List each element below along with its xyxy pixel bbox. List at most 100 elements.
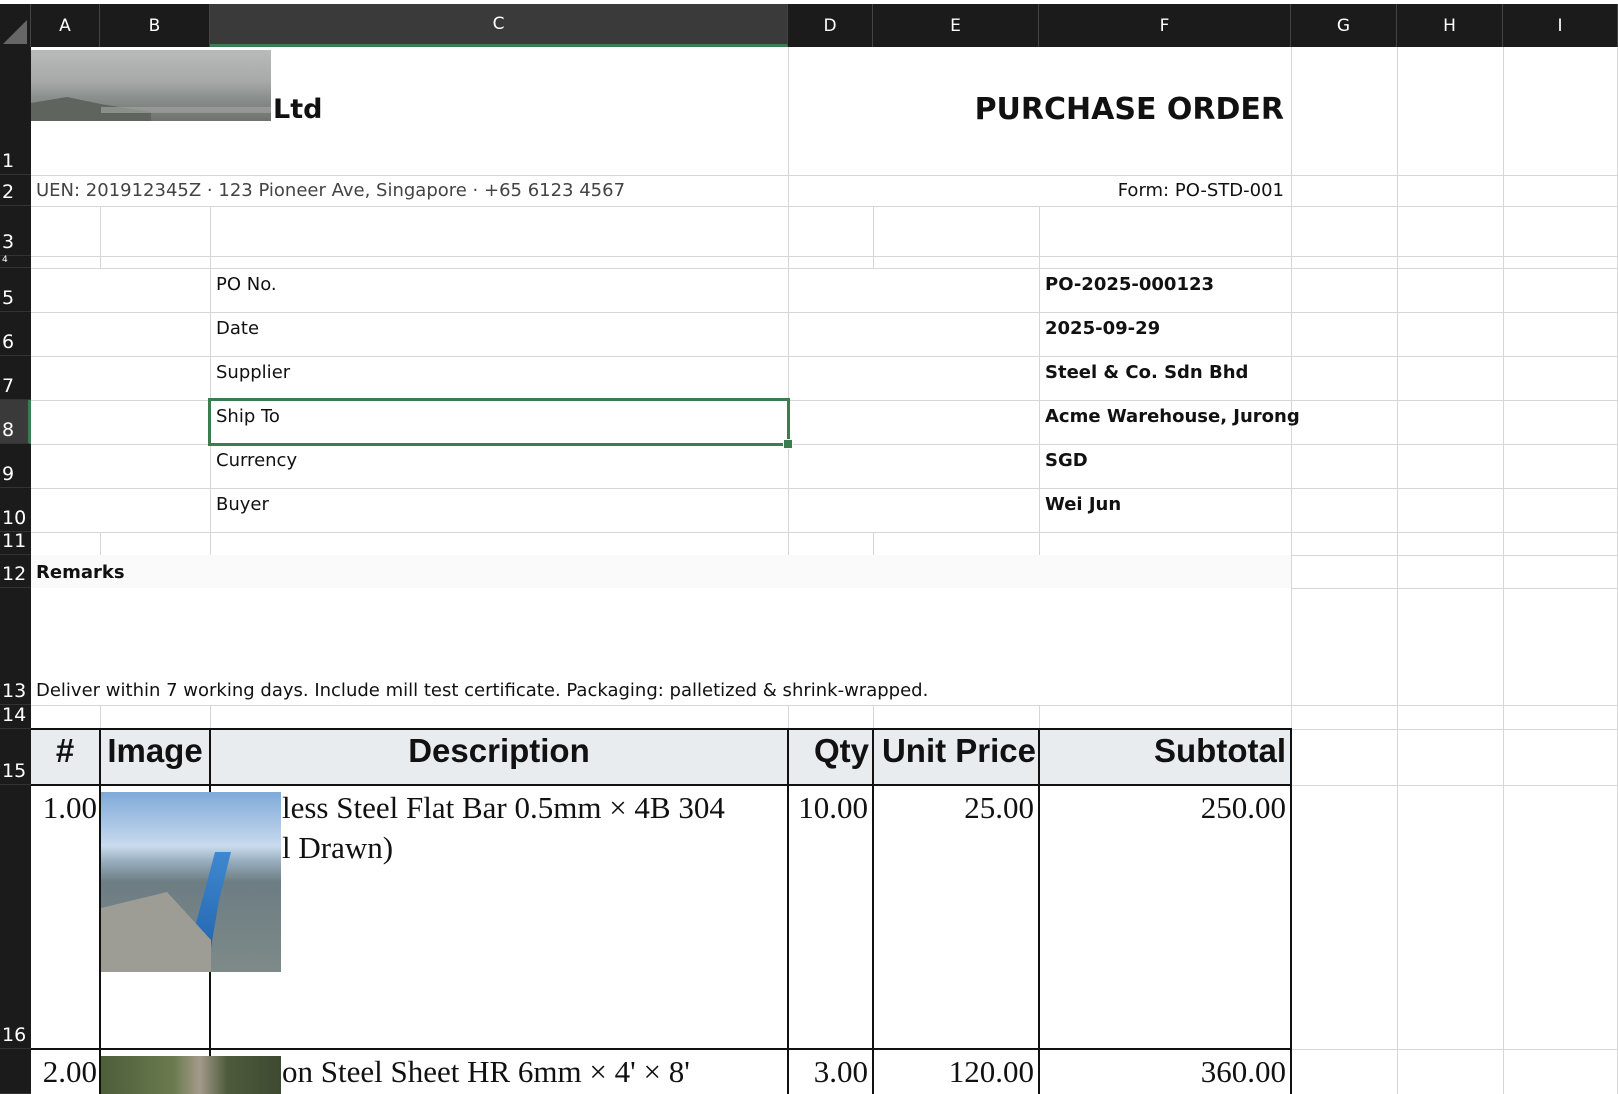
item-1-qty: 10.00	[798, 790, 868, 825]
fill-handle[interactable]	[783, 439, 793, 449]
item-2-product-image[interactable]	[101, 1056, 281, 1094]
item-1-description-line2: l Drawn)	[282, 830, 394, 865]
item-2-qty: 3.00	[813, 1054, 868, 1089]
table-border	[872, 728, 874, 1094]
gridline	[31, 206, 1618, 207]
column-header-b[interactable]: B	[100, 4, 210, 47]
column-header-g[interactable]: G	[1291, 4, 1397, 47]
row-header-16[interactable]: 16	[0, 785, 31, 1049]
row-header-2[interactable]: 2	[0, 175, 31, 206]
row-header-4[interactable]: 4	[0, 255, 31, 268]
item-2-number: 2.00	[42, 1054, 97, 1089]
po-number-label: PO No.	[216, 274, 277, 295]
buyer-label: Buyer	[216, 494, 269, 515]
ship-to-value: Acme Warehouse, Jurong	[1045, 406, 1300, 427]
row-header-11[interactable]: 11	[0, 530, 31, 555]
gridline	[31, 256, 1618, 257]
column-header-e[interactable]: E	[873, 4, 1039, 47]
gridline	[1291, 729, 1618, 730]
item-2-unit-price: 120.00	[948, 1054, 1034, 1089]
gridline	[31, 532, 1618, 533]
company-logo-image[interactable]	[31, 50, 271, 121]
table-border	[1290, 728, 1292, 1094]
item-2-subtotal: 360.00	[1200, 1054, 1286, 1089]
row-header-7[interactable]: 7	[0, 356, 31, 400]
gridline	[31, 356, 1618, 357]
item-1-unit-price: 25.00	[964, 790, 1034, 825]
gridline	[1039, 705, 1040, 729]
table-header-number: #	[55, 732, 75, 769]
company-name-suffix: Ltd	[273, 94, 323, 125]
table-border	[31, 728, 1292, 730]
buyer-value: Wei Jun	[1045, 494, 1122, 515]
row-header-14[interactable]: 14	[0, 704, 31, 729]
table-header-unit-price: Unit Price	[881, 732, 1036, 769]
gridline	[788, 705, 789, 729]
row-header-10[interactable]: 10	[0, 488, 31, 532]
row-header-15[interactable]: 15	[0, 729, 31, 785]
currency-value: SGD	[1045, 450, 1088, 471]
item-1-description: less Steel Flat Bar 0.5mm × 4B 304	[282, 790, 725, 825]
po-number-value: PO-2025-000123	[1045, 274, 1215, 295]
gridline	[210, 206, 211, 555]
table-border	[1038, 728, 1040, 1094]
remarks-text: Deliver within 7 working days. Include m…	[36, 680, 929, 701]
gridline	[100, 705, 101, 729]
gridline	[210, 705, 211, 729]
row-header-13[interactable]: 13	[0, 588, 31, 705]
gridline	[100, 206, 101, 268]
row-header-8[interactable]: 8	[0, 400, 31, 444]
gridline	[31, 175, 1618, 176]
gridline	[873, 705, 874, 729]
column-header-f[interactable]: F	[1039, 4, 1291, 47]
gridline	[31, 268, 1618, 269]
gridline	[100, 532, 101, 555]
table-header-description: Description	[408, 732, 590, 769]
table-header-image: Image	[107, 732, 203, 769]
column-header-c[interactable]: C	[210, 4, 788, 47]
form-number: Form: PO-STD-001	[1117, 180, 1284, 201]
table-header-qty: Qty	[813, 732, 869, 769]
gridline	[873, 532, 874, 555]
row-header-3[interactable]: 3	[0, 206, 31, 256]
column-header-d[interactable]: D	[788, 4, 873, 47]
gridline	[1291, 555, 1618, 556]
column-header-a[interactable]: A	[31, 4, 100, 47]
date-label: Date	[216, 318, 260, 339]
item-1-product-image[interactable]	[101, 792, 281, 972]
table-border	[31, 784, 1292, 786]
active-cell-selection[interactable]	[208, 398, 790, 446]
supplier-label: Supplier	[216, 362, 291, 383]
row-header-12[interactable]: 12	[0, 555, 31, 588]
row-header-5[interactable]: 5	[0, 268, 31, 312]
page-title: PURCHASE ORDER	[974, 92, 1284, 127]
table-border	[787, 728, 789, 1094]
gridline	[873, 206, 874, 268]
table-border	[31, 1048, 1292, 1050]
row-header-1[interactable]: 1	[0, 47, 31, 175]
gridline	[1291, 785, 1618, 786]
gridline	[1397, 47, 1398, 1094]
gridline	[1039, 206, 1040, 555]
item-1-number: 1.00	[42, 790, 97, 825]
gridline	[1291, 1049, 1618, 1050]
gridline	[31, 705, 1618, 706]
date-value: 2025-09-29	[1045, 318, 1161, 339]
column-header-h[interactable]: H	[1397, 4, 1503, 47]
select-all-corner[interactable]	[0, 4, 31, 47]
currency-label: Currency	[216, 450, 298, 471]
row-header-9[interactable]: 9	[0, 444, 31, 488]
column-header-i[interactable]: I	[1503, 4, 1618, 47]
row-header-6[interactable]: 6	[0, 312, 31, 356]
supplier-value: Steel & Co. Sdn Bhd	[1045, 362, 1249, 383]
gridline	[31, 312, 1618, 313]
item-2-description: on Steel Sheet HR 6mm × 4' × 8'	[282, 1054, 690, 1089]
gridline	[1291, 588, 1618, 589]
table-header-subtotal: Subtotal	[1154, 732, 1286, 769]
gridline	[1503, 47, 1504, 1094]
row-header-17[interactable]	[0, 1049, 31, 1094]
company-info: UEN: 201912345Z · 123 Pioneer Ave, Singa…	[36, 180, 626, 201]
gridline	[31, 488, 1618, 489]
remarks-header-fill	[31, 555, 1291, 588]
remarks-label: Remarks	[36, 562, 125, 583]
